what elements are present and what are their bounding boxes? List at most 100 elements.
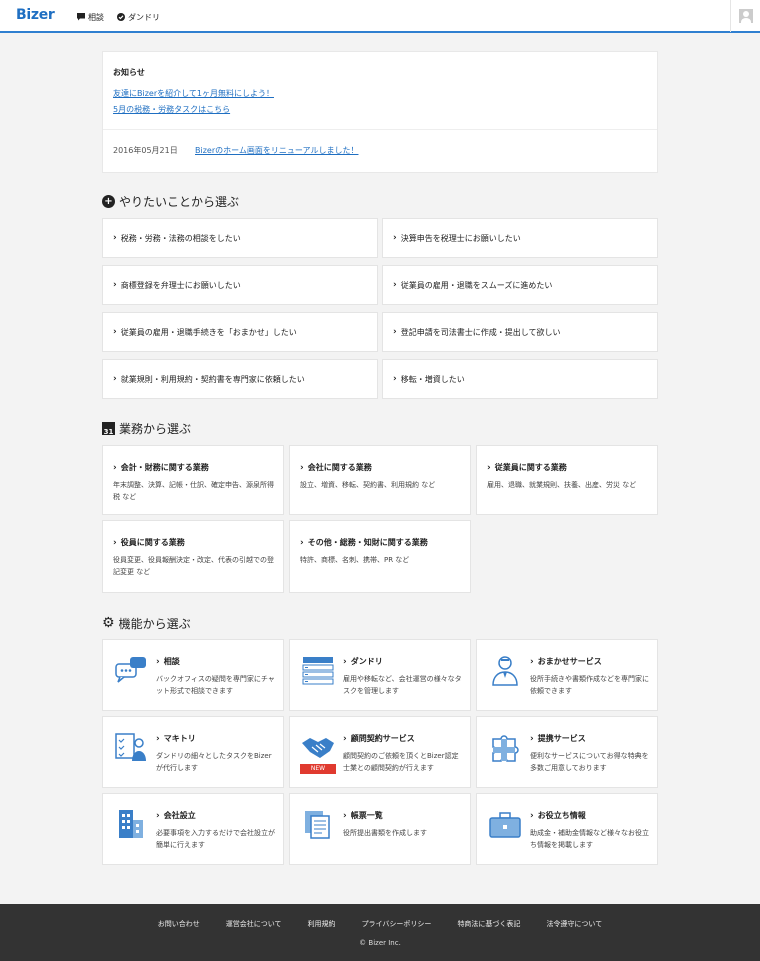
bizer-logo[interactable]: Bizer xyxy=(16,7,55,23)
divider xyxy=(103,129,657,130)
business-card-title: › 役員に関する業務 xyxy=(113,538,185,548)
want-item[interactable]: › 税務・労務・法務の相談をしたい xyxy=(102,218,378,258)
puzzle-icon xyxy=(492,735,519,762)
footer-links: お問い合わせ 運営会社について 利用規約 プライバシーポリシー 特商法に基づく表… xyxy=(0,919,760,929)
news-link[interactable]: Bizerのホーム画面をリニューアルしました！ xyxy=(195,145,358,156)
want-item[interactable]: › 商標登録を弁理士にお願いしたい xyxy=(102,265,378,305)
feature-title: › 帳票一覧 xyxy=(343,811,383,821)
nav-consult[interactable]: 相談 xyxy=(77,12,104,23)
chevron-right-icon: › xyxy=(393,374,397,384)
feature-desc: 雇用や移転など、会社運営の様々なタスクを管理します xyxy=(343,675,462,695)
chevron-right-icon: › xyxy=(393,280,397,290)
want-item[interactable]: › 移転・増資したい xyxy=(382,359,658,399)
business-card-desc: 年末調整、決算、記帳・仕訳、確定申告、源泉所得税 など xyxy=(113,481,274,501)
avatar[interactable] xyxy=(738,9,753,23)
feature-desc: 顧問契約のご依頼を頂くとBizer認定士業との顧問契約が行えます xyxy=(343,752,459,772)
footer-link-privacy[interactable]: プライバシーポリシー xyxy=(362,919,432,929)
chevron-right-icon: › xyxy=(300,463,304,473)
section-title-features-label: 機能から選ぶ xyxy=(118,617,191,631)
chevron-right-icon: › xyxy=(393,327,397,337)
feature-card-incorporation[interactable]: › 会社設立 必要事項を入力するだけで会社設立が簡単に行えます xyxy=(102,793,284,865)
briefcase-icon xyxy=(489,812,521,838)
business-card-title: › 従業員に関する業務 xyxy=(487,463,567,473)
want-item[interactable]: › 決算申告を税理士にお願いしたい xyxy=(382,218,658,258)
chevron-right-icon: › xyxy=(530,734,534,744)
business-card[interactable]: › 役員に関する業務 役員変更、役員報酬決定・改定、代表の引越での登記変更 など xyxy=(102,520,284,593)
feature-card-partner[interactable]: › 提携サービス 便利なサービスについてお得な特典を多数ご用意しております xyxy=(476,716,658,788)
feature-card-useful-info[interactable]: › お役立ち情報 助成金・補助金情報など様々なお役立ち情報を掲載します xyxy=(476,793,658,865)
chevron-right-icon: › xyxy=(343,811,347,821)
chevron-right-icon: › xyxy=(530,811,534,821)
want-item-label: 従業員の雇用・退職手続きを「おまかせ」したい xyxy=(120,327,297,337)
gear-icon: ⚙ xyxy=(102,615,115,631)
speech-bubble-icon xyxy=(77,12,85,23)
chevron-right-icon: › xyxy=(113,538,117,548)
feature-desc: バックオフィスの疑問を専門家にチャット形式で相談できます xyxy=(156,675,275,695)
notice-link-referral[interactable]: 友達にBizerを紹介して1ヶ月無料にしよう！ xyxy=(113,88,274,99)
want-item-label: 移転・増資したい xyxy=(400,374,465,384)
want-item[interactable]: › 登記申請を司法書士に作成・提出して欲しい xyxy=(382,312,658,352)
feature-desc: 役所提出書類を作成します xyxy=(343,829,427,837)
check-circle-icon xyxy=(117,12,125,23)
chevron-right-icon: › xyxy=(530,657,534,667)
want-item[interactable]: › 従業員の雇用・退職をスムーズに進めたい xyxy=(382,265,658,305)
business-card[interactable]: › 会社に関する業務 設立、増資、移転、契約書、利用規約 など xyxy=(289,445,471,515)
footer-link-contact[interactable]: お問い合わせ xyxy=(158,919,200,929)
notice-link-tasks[interactable]: 5月の税務・労務タスクはこちら xyxy=(113,104,230,115)
feature-title: › 顧問契約サービス xyxy=(343,734,415,744)
business-card[interactable]: › 従業員に関する業務 雇用、退職、就業規則、扶養、出産、労災 など xyxy=(476,445,658,515)
footer-link-company[interactable]: 運営会社について xyxy=(226,919,282,929)
want-item-label: 決算申告を税理士にお願いしたい xyxy=(400,233,521,243)
chevron-right-icon: › xyxy=(113,374,117,384)
chevron-right-icon: › xyxy=(156,811,160,821)
chevron-right-icon: › xyxy=(343,657,347,667)
want-item-label: 登記申請を司法書士に作成・提出して欲しい xyxy=(400,327,561,337)
business-card[interactable]: › 会計・財務に関する業務 年末調整、決算、記帳・仕訳、確定申告、源泉所得税 など xyxy=(102,445,284,515)
want-item-label: 就業規則・利用規約・契約書を専門家に依頼したい xyxy=(120,374,305,384)
nav-dandori[interactable]: ダンドリ xyxy=(117,12,160,23)
feature-card-dandori[interactable]: › ダンドリ 雇用や移転など、会社運営の様々なタスクを管理します xyxy=(289,639,471,711)
chevron-right-icon: › xyxy=(487,463,491,473)
business-card-desc: 役員変更、役員報酬決定・改定、代表の引越での登記変更 など xyxy=(113,556,274,576)
want-item-label: 商標登録を弁理士にお願いしたい xyxy=(120,280,241,290)
feature-title: › マキトリ xyxy=(156,734,196,744)
feature-title: › お役立ち情報 xyxy=(530,811,586,821)
footer-link-commerce-law[interactable]: 特商法に基づく表記 xyxy=(457,919,520,929)
user-menu[interactable] xyxy=(730,0,760,32)
want-item[interactable]: › 就業規則・利用規約・契約書を専門家に依頼したい xyxy=(102,359,378,399)
nav-consult-label: 相談 xyxy=(88,13,104,22)
feature-title: › 会社設立 xyxy=(156,811,196,821)
business-card-title: › 会社に関する業務 xyxy=(300,463,372,473)
footer-link-compliance[interactable]: 法令遵守について xyxy=(546,919,602,929)
section-title-business-label: 業務から選ぶ xyxy=(119,422,192,436)
feature-card-consult[interactable]: › 相談 バックオフィスの疑問を専門家にチャット形式で相談できます xyxy=(102,639,284,711)
notice-panel: お知らせ 友達にBizerを紹介して1ヶ月無料にしよう！ 5月の税務・労務タスク… xyxy=(102,51,658,173)
want-item[interactable]: › 従業員の雇用・退職手続きを「おまかせ」したい xyxy=(102,312,378,352)
news-date: 2016年05月21日 xyxy=(113,146,178,155)
copyright: © Bizer Inc. xyxy=(359,939,401,947)
section-title-business: 31 業務から選ぶ xyxy=(102,420,191,437)
feature-desc: 便利なサービスについてお得な特典を多数ご用意しております xyxy=(530,752,649,772)
section-title-want-label: やりたいことから選ぶ xyxy=(119,195,240,209)
section-title-features: ⚙ 機能から選ぶ xyxy=(102,615,191,632)
handshake-icon xyxy=(302,738,334,758)
business-card-desc: 特許、商標、名刺、携帯、PR など xyxy=(300,556,410,564)
calendar-icon: 31 xyxy=(102,422,115,436)
feature-card-forms[interactable]: › 帳票一覧 役所提出書類を作成します xyxy=(289,793,471,865)
business-card-desc: 雇用、退職、就業規則、扶養、出産、労災 など xyxy=(487,481,637,489)
feature-card-makitori[interactable]: › マキトリ ダンドリの細々としたタスクをBizerが代行します xyxy=(102,716,284,788)
feature-card-omakase[interactable]: › おまかせサービス 役所手続きや書類作成などを専門家に依頼できます xyxy=(476,639,658,711)
footer-link-terms[interactable]: 利用規約 xyxy=(308,919,336,929)
chevron-right-icon: › xyxy=(300,538,304,548)
feature-desc: 助成金・補助金情報など様々なお役立ち情報を掲載します xyxy=(530,829,649,849)
feature-title: › ダンドリ xyxy=(343,657,383,667)
footer: お問い合わせ 運営会社について 利用規約 プライバシーポリシー 特商法に基づく表… xyxy=(0,904,760,961)
chevron-right-icon: › xyxy=(343,734,347,744)
chevron-right-icon: › xyxy=(113,463,117,473)
chat-bubbles-icon xyxy=(115,657,146,683)
chevron-right-icon: › xyxy=(393,233,397,243)
specialist-icon xyxy=(492,656,518,686)
business-card[interactable]: › その他・総務・知財に関する業務 特許、商標、名刺、携帯、PR など xyxy=(289,520,471,593)
feature-card-advisory[interactable]: NEW › 顧問契約サービス 顧問契約のご依頼を頂くとBizer認定士業との顧問契… xyxy=(289,716,471,788)
feature-title: › おまかせサービス xyxy=(530,657,602,667)
